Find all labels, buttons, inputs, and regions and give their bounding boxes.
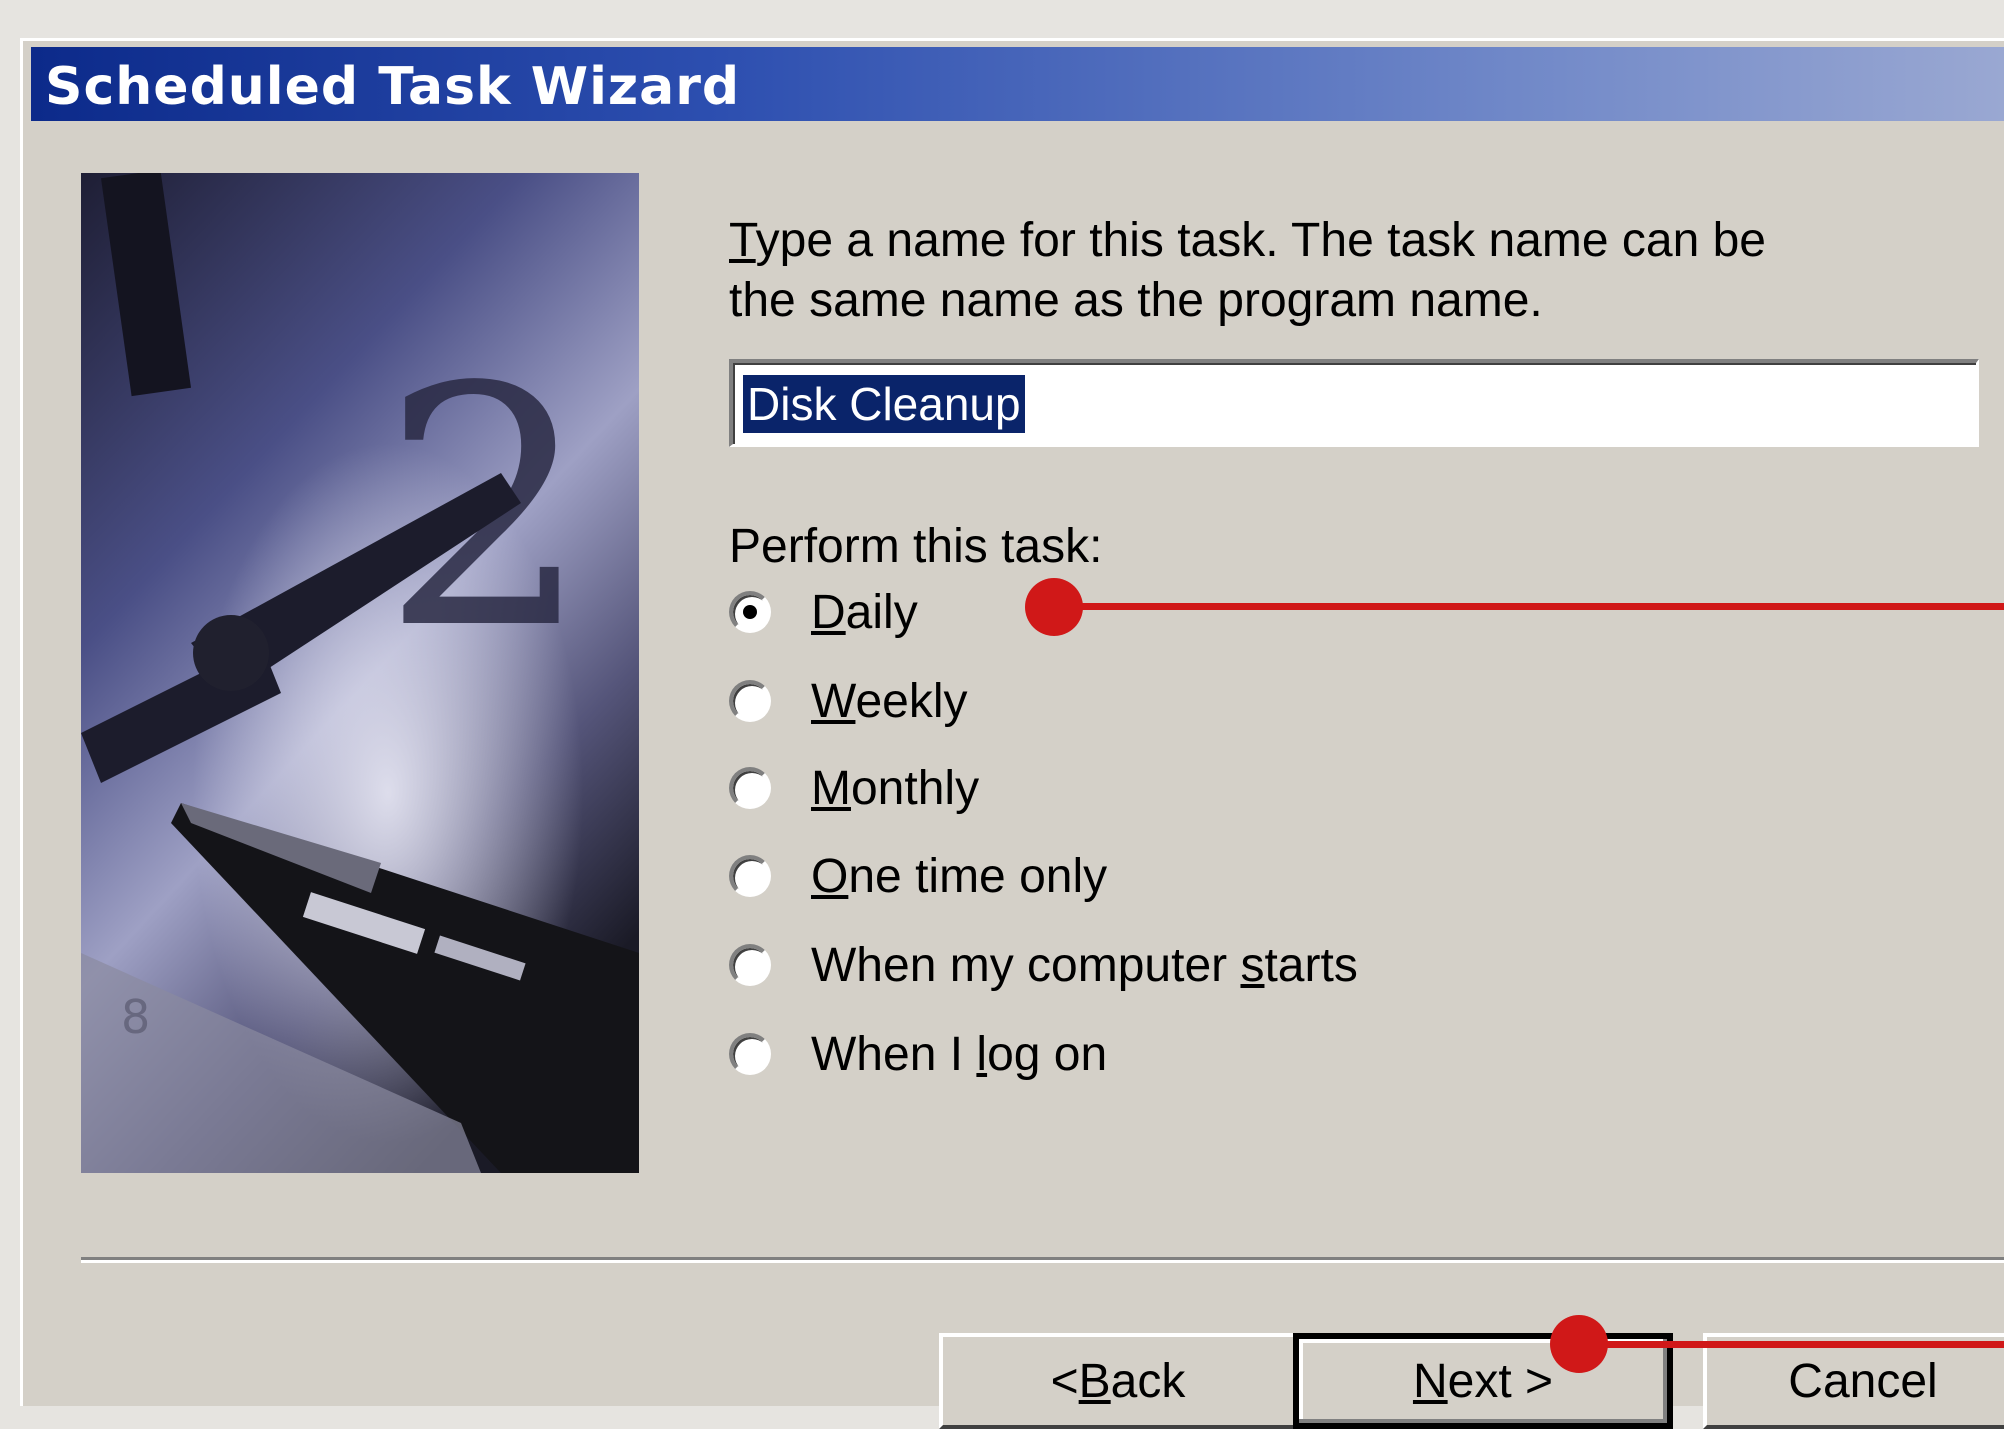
wizard-clock-pen-image: 2 8 xyxy=(81,173,639,1173)
task-name-input[interactable]: Disk Cleanup xyxy=(729,359,1979,447)
annotation-line-next xyxy=(1582,1341,2004,1348)
radio-label-computer-starts: When my computer starts xyxy=(811,938,1358,992)
radio-button-daily[interactable] xyxy=(729,591,771,633)
annotation-dot-daily xyxy=(1025,578,1083,636)
radio-option-daily[interactable]: Daily xyxy=(729,577,918,647)
radio-option-monthly[interactable]: Monthly xyxy=(729,753,979,823)
radio-button-weekly[interactable] xyxy=(729,680,771,722)
window-title: Scheduled Task Wizard xyxy=(45,57,741,117)
radio-label-daily: Daily xyxy=(811,585,918,639)
radio-option-log-on[interactable]: When I log on xyxy=(729,1019,1107,1089)
task-name-value: Disk Cleanup xyxy=(743,375,1025,433)
radio-button-computer-starts[interactable] xyxy=(729,944,771,986)
perform-task-label: Perform this task: xyxy=(729,520,1103,573)
instruction-line-2: the same name as the program name. xyxy=(729,274,1543,327)
radio-option-computer-starts[interactable]: When my computer starts xyxy=(729,930,1358,1000)
radio-button-one-time[interactable] xyxy=(729,855,771,897)
radio-button-log-on[interactable] xyxy=(729,1033,771,1075)
instruction-line-1: ype a name for this task. The task name … xyxy=(755,214,1766,267)
button-separator xyxy=(81,1257,2004,1263)
instruction-access-key: T xyxy=(729,214,756,267)
radio-label-log-on: When I log on xyxy=(811,1027,1108,1081)
instruction-text: Type a name for this task. The task name… xyxy=(729,211,1929,331)
annotation-line-daily xyxy=(1058,603,2004,610)
title-bar[interactable]: Scheduled Task Wizard xyxy=(31,47,2004,121)
annotation-dot-next xyxy=(1550,1315,1608,1373)
radio-option-one-time[interactable]: One time only xyxy=(729,841,1107,911)
radio-option-weekly[interactable]: Weekly xyxy=(729,666,968,736)
radio-label-one-time: One time only xyxy=(811,849,1108,903)
radio-label-weekly: Weekly xyxy=(811,674,968,728)
svg-text:8: 8 xyxy=(121,990,150,1044)
back-button[interactable]: < Back xyxy=(939,1333,1297,1429)
scheduled-task-wizard-dialog: Scheduled Task Wizard 8 Type a name for … xyxy=(20,38,2004,1429)
radio-button-monthly[interactable] xyxy=(729,767,771,809)
radio-label-monthly: Monthly xyxy=(811,761,980,815)
